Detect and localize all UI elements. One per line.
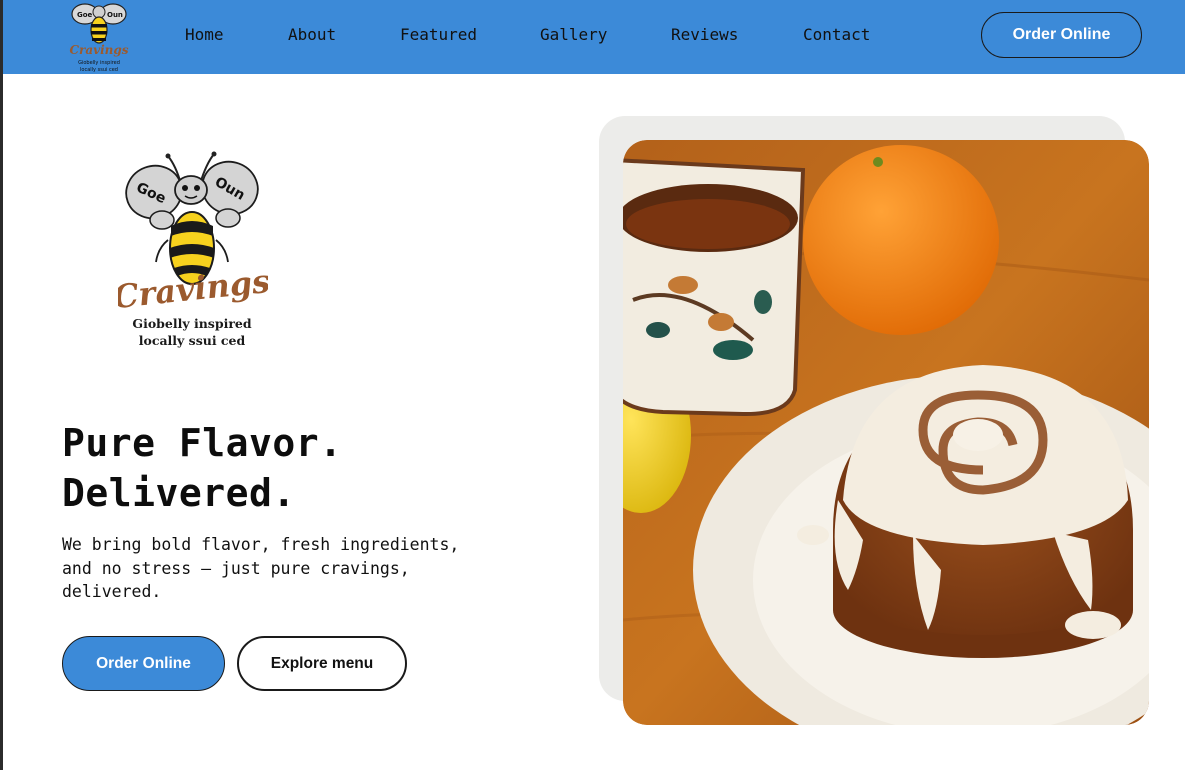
hero-logo-tagline-2: locally ssui ced <box>139 333 246 348</box>
nav-link-home[interactable]: Home <box>185 25 224 44</box>
hero-title-line-2: Delivered. <box>62 471 296 515</box>
hero-title-line-1: Pure Flavor. <box>62 421 343 465</box>
nav-link-contact[interactable]: Contact <box>803 25 870 44</box>
hero-logo-tagline-1: Giobelly inspired <box>132 316 251 331</box>
nav-link-about[interactable]: About <box>288 25 336 44</box>
nav-logo-tagline-1: Giobelly inspired <box>78 60 120 66</box>
hero-brand-logo: Goe Oun Cravings Giobelly inspired local… <box>118 151 268 348</box>
nav-logo-wing-left-text: Goe <box>77 11 93 19</box>
nav-link-gallery[interactable]: Gallery <box>540 25 607 44</box>
top-navbar: Goe Oun Cravings Giobelly inspired local… <box>3 0 1185 74</box>
bee-head-icon <box>174 175 208 205</box>
nav-logo-brand-text: Cravings <box>69 43 128 57</box>
orange-fruit <box>803 145 999 335</box>
nav-link-featured[interactable]: Featured <box>400 25 477 44</box>
nav-link-reviews[interactable]: Reviews <box>671 25 738 44</box>
window-edge <box>0 0 3 770</box>
hero-food-photo <box>623 140 1149 725</box>
nav-order-online-button[interactable]: Order Online <box>981 12 1142 58</box>
hero-order-online-button[interactable]: Order Online <box>62 636 225 691</box>
nav-logo-wing-right-text: Oun <box>107 11 123 19</box>
hero-title: Pure Flavor. Delivered. <box>62 418 343 518</box>
nav-logo-tagline-2: locally ssui ced <box>80 67 118 73</box>
hero-logo-brand-text: Cravings <box>118 262 268 316</box>
explore-menu-button[interactable]: Explore menu <box>237 636 407 691</box>
nav-logo[interactable]: Goe Oun Cravings Giobelly inspired local… <box>67 0 131 74</box>
hero-description: We bring bold flavor, fresh ingredients,… <box>62 535 460 601</box>
